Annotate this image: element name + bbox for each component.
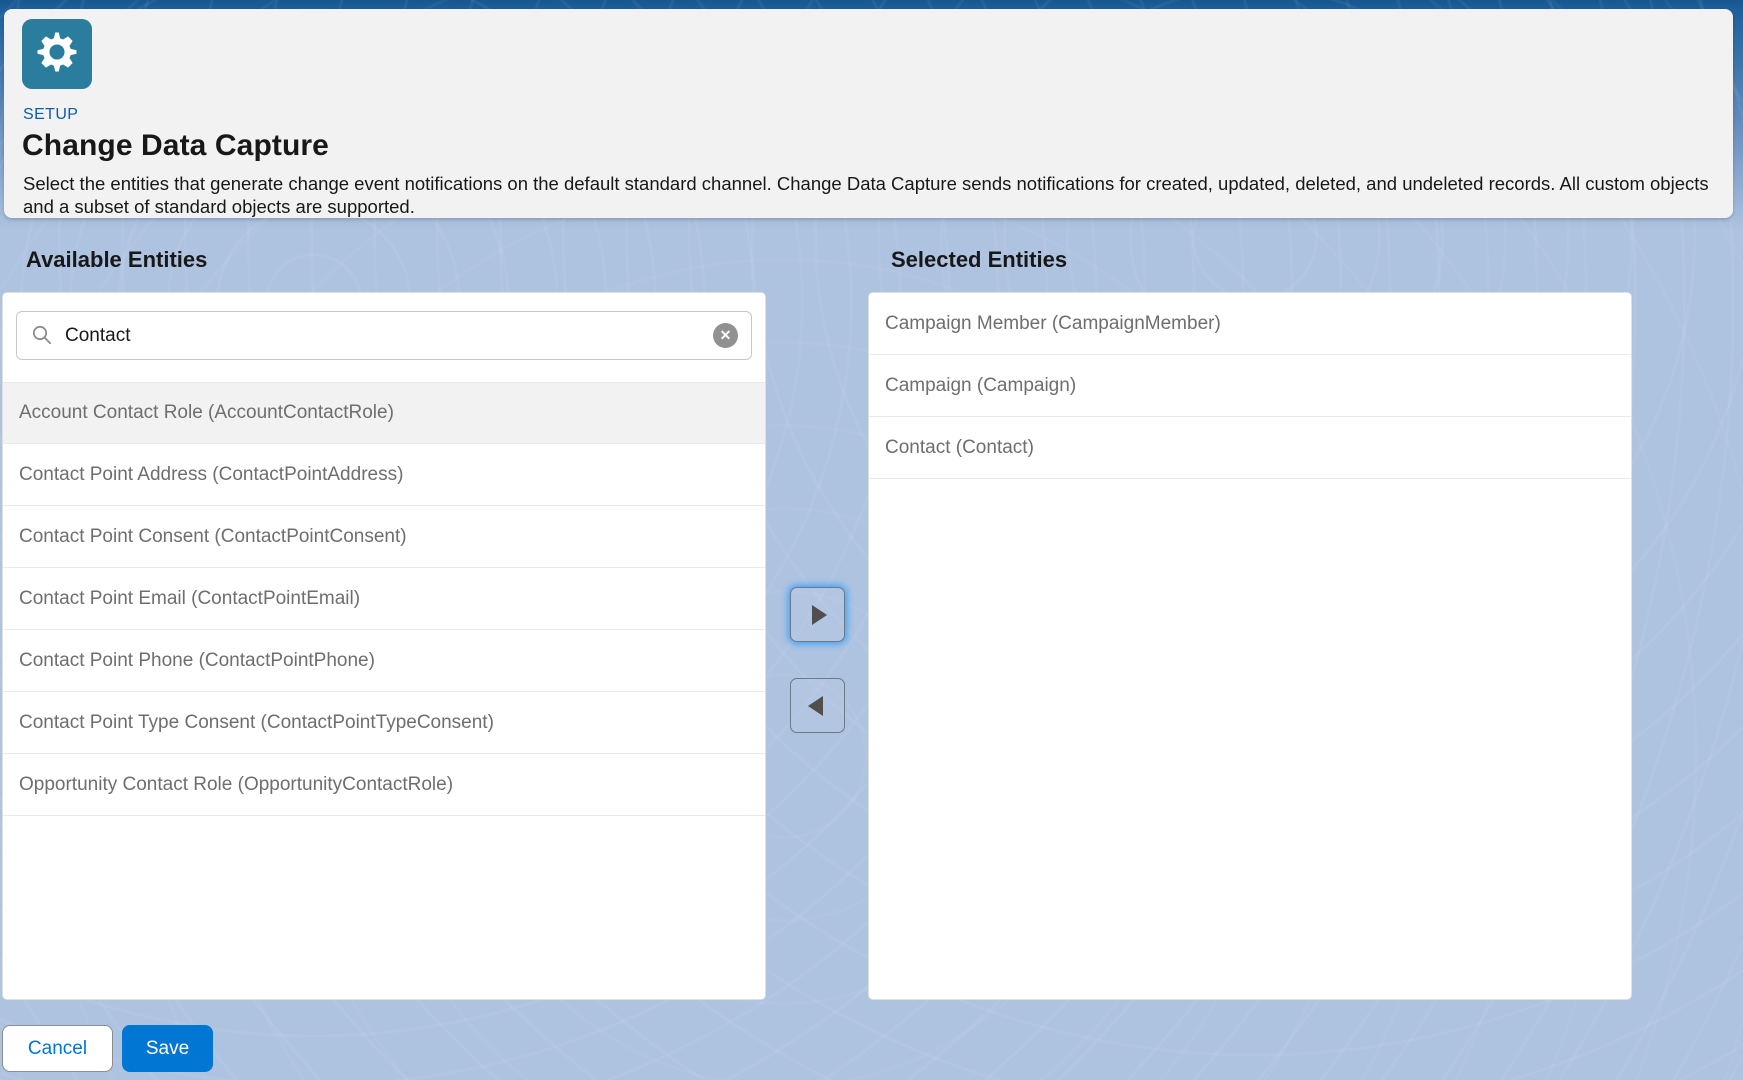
available-entity-row[interactable]: Contact Point Consent (ContactPointConse…: [3, 506, 765, 568]
selected-entity-row[interactable]: Campaign (Campaign): [869, 355, 1631, 417]
available-entity-row[interactable]: Contact Point Phone (ContactPointPhone): [3, 630, 765, 692]
entity-search-input[interactable]: [16, 311, 752, 360]
available-entity-row[interactable]: Contact Point Address (ContactPointAddre…: [3, 444, 765, 506]
header-card: SETUP Change Data Capture Select the ent…: [4, 9, 1733, 218]
search-box: ✕: [16, 311, 752, 360]
selected-entities-list: Campaign Member (CampaignMember) Campaig…: [869, 293, 1631, 479]
selected-entities-heading: Selected Entities: [891, 247, 1067, 273]
selected-entity-row[interactable]: Campaign Member (CampaignMember): [869, 293, 1631, 355]
save-button[interactable]: Save: [122, 1025, 213, 1072]
available-entity-row[interactable]: Contact Point Type Consent (ContactPoint…: [3, 692, 765, 754]
available-entities-heading: Available Entities: [26, 247, 207, 273]
selected-entity-row[interactable]: Contact (Contact): [869, 417, 1631, 479]
selected-entities-panel: Campaign Member (CampaignMember) Campaig…: [868, 292, 1632, 1000]
move-to-available-button[interactable]: [790, 678, 845, 733]
move-to-selected-button[interactable]: [790, 587, 845, 642]
available-entity-row[interactable]: Contact Point Email (ContactPointEmail): [3, 568, 765, 630]
right-arrow-icon: [812, 605, 827, 625]
clear-search-button[interactable]: ✕: [713, 323, 738, 348]
page-title: Change Data Capture: [22, 129, 329, 163]
cancel-button[interactable]: Cancel: [2, 1025, 113, 1072]
setup-eyebrow: SETUP: [23, 106, 78, 124]
available-entities-panel: ✕ Account Contact Role (AccountContactRo…: [2, 292, 766, 1000]
gear-icon: [34, 29, 80, 80]
available-entity-row[interactable]: Account Contact Role (AccountContactRole…: [3, 382, 765, 444]
change-data-capture-page: SETUP Change Data Capture Select the ent…: [0, 0, 1743, 1080]
close-icon: ✕: [720, 327, 732, 343]
left-arrow-icon: [808, 696, 823, 716]
available-entity-row[interactable]: Opportunity Contact Role (OpportunityCon…: [3, 754, 765, 816]
setup-tile: [22, 19, 92, 89]
available-entities-list: Account Contact Role (AccountContactRole…: [3, 382, 765, 816]
page-description: Select the entities that generate change…: [23, 172, 1715, 218]
